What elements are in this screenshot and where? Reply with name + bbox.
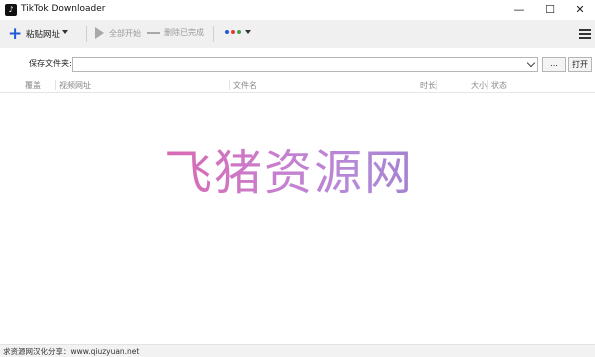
status-text: 求资源网汉化分享：www.qiuzyuan.net	[3, 347, 140, 356]
color-dots-icon	[225, 30, 229, 34]
open-folder-button[interactable]: 打开	[568, 57, 592, 72]
toolbar-divider	[213, 26, 214, 42]
toolbar-divider	[86, 26, 87, 42]
title-bar: ♪ TikTok Downloader — ☐ ✕	[0, 0, 595, 20]
column-header-size[interactable]: 大小	[471, 80, 487, 91]
app-logo-icon: ♪	[5, 4, 17, 16]
plus-icon: +	[8, 24, 23, 44]
minimize-button[interactable]: —	[504, 0, 534, 20]
download-list[interactable]	[0, 93, 595, 343]
maximize-button[interactable]: ☐	[535, 0, 565, 20]
color-dots-icon	[237, 30, 241, 34]
column-divider[interactable]	[55, 80, 56, 90]
window-title: TikTok Downloader	[21, 4, 106, 14]
column-header-video-url[interactable]: 视频网址	[59, 80, 91, 91]
close-button[interactable]: ✕	[565, 0, 595, 20]
column-header-status[interactable]: 状态	[491, 80, 507, 91]
column-divider[interactable]	[436, 80, 437, 90]
start-all-label: 全部开始	[109, 28, 141, 38]
browse-button[interactable]: ...	[542, 57, 566, 72]
save-folder-row: 保存文件夹: ... 打开	[0, 53, 595, 75]
save-folder-label: 保存文件夹:	[29, 59, 72, 68]
paste-url-label: 粘贴网址	[26, 30, 61, 40]
play-icon	[95, 27, 104, 39]
hamburger-menu-icon[interactable]	[579, 29, 591, 39]
column-header-duration[interactable]: 时长	[420, 80, 436, 91]
delete-completed-label: 删除已完成	[164, 28, 204, 37]
chevron-down-icon	[245, 30, 251, 34]
column-divider[interactable]	[229, 80, 230, 90]
download-list-header: 覆盖 视频网址 文件名 时长 大小 状态	[0, 78, 595, 93]
toolbar: + 粘贴网址 全部开始 删除已完成	[0, 20, 595, 48]
paste-url-button[interactable]: + 粘贴网址	[8, 24, 61, 44]
start-all-button[interactable]: 全部开始	[95, 27, 141, 39]
dash-icon	[147, 31, 160, 34]
color-dots-menu-button[interactable]	[225, 30, 251, 34]
watermark-text: 飞猪资源网	[164, 143, 424, 203]
color-dots-icon	[231, 30, 235, 34]
chevron-down-icon[interactable]	[62, 30, 68, 34]
save-folder-combobox[interactable]	[72, 57, 538, 72]
column-header-overwrite[interactable]: 覆盖	[25, 80, 41, 91]
delete-completed-button[interactable]: 删除已完成	[147, 27, 204, 38]
status-bar: 求资源网汉化分享：www.qiuzyuan.net	[0, 344, 595, 357]
column-header-filename[interactable]: 文件名	[233, 80, 257, 91]
chevron-down-icon[interactable]	[526, 58, 536, 68]
column-divider[interactable]	[487, 80, 488, 90]
